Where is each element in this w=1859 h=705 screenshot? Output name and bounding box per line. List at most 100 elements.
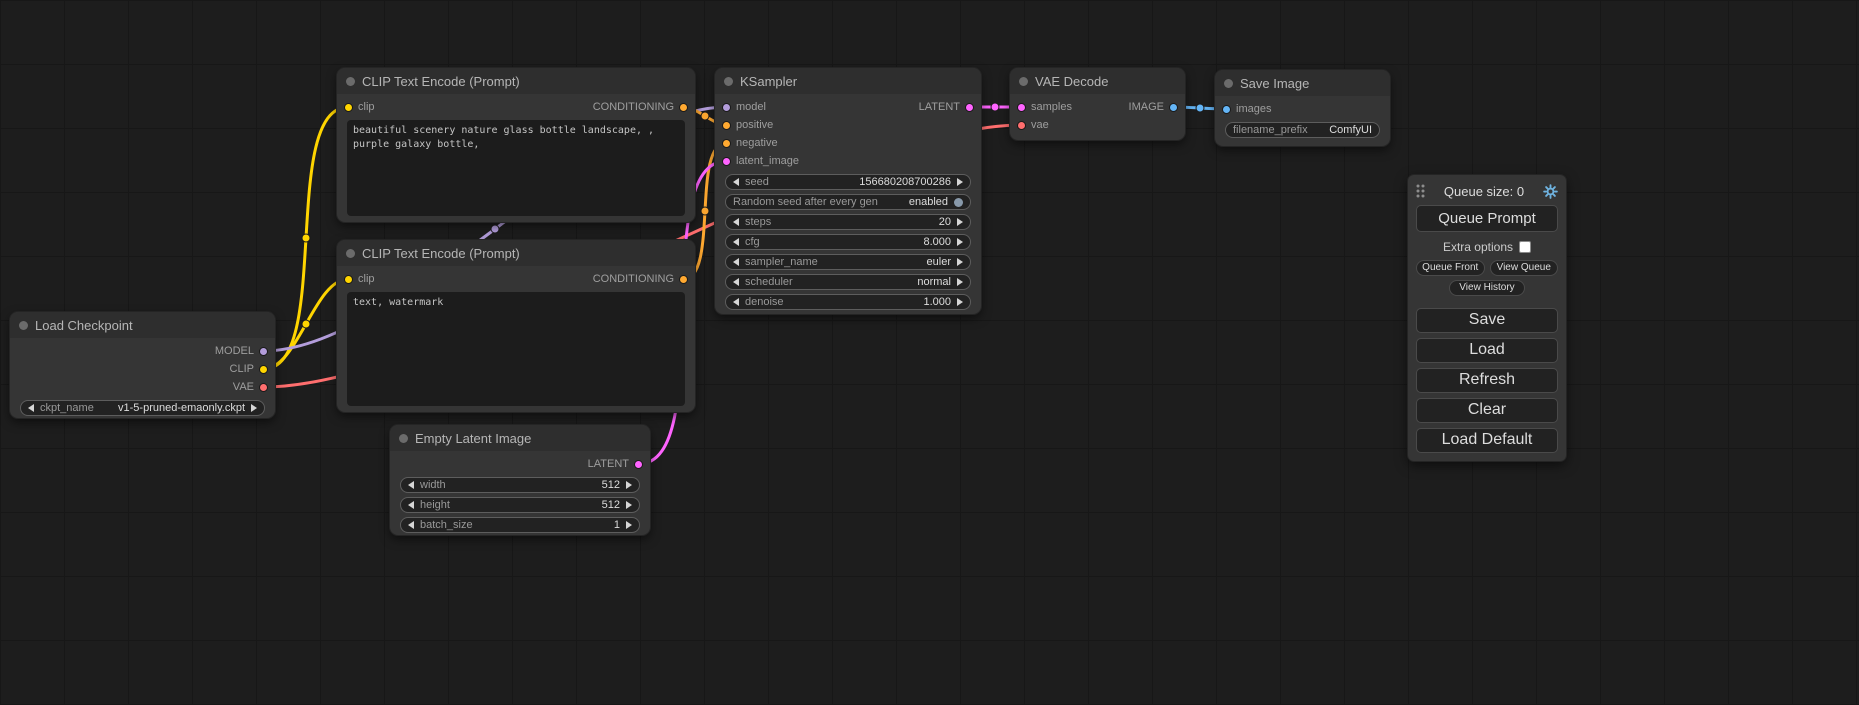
collapse-dot-icon[interactable]: [724, 77, 733, 86]
clip-output-port[interactable]: [259, 365, 268, 374]
negative-prompt-textarea[interactable]: text, watermark: [347, 292, 685, 406]
increment-arrow-icon[interactable]: [957, 278, 963, 286]
load-default-button[interactable]: Load Default: [1416, 428, 1558, 453]
increment-arrow-icon[interactable]: [957, 218, 963, 226]
latent-image-input-port[interactable]: [722, 157, 731, 166]
collapse-dot-icon[interactable]: [346, 77, 355, 86]
conditioning-output-port[interactable]: [679, 103, 688, 112]
collapse-dot-icon[interactable]: [19, 321, 28, 330]
widget-batch-size[interactable]: batch_size 1: [400, 517, 640, 533]
widget-sampler-name[interactable]: sampler_name euler: [725, 254, 971, 270]
clip-input-port[interactable]: [344, 103, 353, 112]
widget-filename-prefix[interactable]: filename_prefix ComfyUI: [1225, 122, 1380, 138]
node-title-bar[interactable]: CLIP Text Encode (Prompt): [337, 240, 695, 266]
slot-label: CONDITIONING: [593, 101, 674, 113]
decrement-arrow-icon[interactable]: [408, 481, 414, 489]
widget-cfg[interactable]: cfg 8.000: [725, 234, 971, 250]
node-title-bar[interactable]: KSampler: [715, 68, 981, 94]
link-midpoint-dot: [1196, 104, 1204, 112]
decrement-arrow-icon[interactable]: [733, 258, 739, 266]
widget-seed[interactable]: seed 156680208700286: [725, 174, 971, 190]
node-title-bar[interactable]: Empty Latent Image: [390, 425, 650, 451]
collapse-dot-icon[interactable]: [399, 434, 408, 443]
save-button[interactable]: Save: [1416, 308, 1558, 333]
node-load-checkpoint[interactable]: Load Checkpoint MODEL CLIP VAE ckpt_name…: [10, 312, 275, 418]
queue-front-button[interactable]: Queue Front: [1416, 260, 1485, 276]
collapse-dot-icon[interactable]: [1224, 79, 1233, 88]
settings-gear-icon[interactable]: [1543, 184, 1558, 199]
image-output-port[interactable]: [1169, 103, 1178, 112]
link-midpoint-dot: [491, 225, 499, 233]
load-button[interactable]: Load: [1416, 338, 1558, 363]
slot-label: LATENT: [588, 458, 629, 470]
widget-width[interactable]: width 512: [400, 477, 640, 493]
node-title-bar[interactable]: Load Checkpoint: [10, 312, 275, 338]
node-title: CLIP Text Encode (Prompt): [362, 246, 520, 261]
queue-prompt-button[interactable]: Queue Prompt: [1416, 205, 1558, 232]
extra-options-label: Extra options: [1443, 240, 1513, 254]
widget-steps[interactable]: steps 20: [725, 214, 971, 230]
slot-label: positive: [736, 119, 773, 131]
decrement-arrow-icon[interactable]: [408, 521, 414, 529]
increment-arrow-icon[interactable]: [626, 481, 632, 489]
widget-random-seed-toggle[interactable]: Random seed after every gen enabled: [725, 194, 971, 210]
node-title-bar[interactable]: VAE Decode: [1010, 68, 1185, 94]
view-queue-button[interactable]: View Queue: [1490, 260, 1559, 276]
slot-label: CLIP: [230, 363, 254, 375]
decrement-arrow-icon[interactable]: [733, 298, 739, 306]
node-clip-text-encode-positive[interactable]: CLIP Text Encode (Prompt) clip CONDITION…: [337, 68, 695, 222]
node-title-bar[interactable]: CLIP Text Encode (Prompt): [337, 68, 695, 94]
increment-arrow-icon[interactable]: [626, 501, 632, 509]
decrement-arrow-icon[interactable]: [733, 178, 739, 186]
output-slot-conditioning: CONDITIONING: [593, 273, 695, 285]
negative-input-port[interactable]: [722, 139, 731, 148]
widget-scheduler[interactable]: scheduler normal: [725, 274, 971, 290]
extra-options-checkbox[interactable]: [1519, 241, 1531, 253]
clip-input-port[interactable]: [344, 275, 353, 284]
decrement-arrow-icon[interactable]: [733, 218, 739, 226]
widget-height[interactable]: height 512: [400, 497, 640, 513]
increment-arrow-icon[interactable]: [957, 258, 963, 266]
input-slot-latent-image: latent_image: [715, 155, 799, 167]
slot-label: images: [1236, 103, 1271, 115]
increment-arrow-icon[interactable]: [251, 404, 257, 412]
toggle-on-icon[interactable]: [954, 198, 963, 207]
decrement-arrow-icon[interactable]: [733, 278, 739, 286]
widget-denoise[interactable]: denoise 1.000: [725, 294, 971, 310]
node-empty-latent-image[interactable]: Empty Latent Image LATENT width 512 heig…: [390, 425, 650, 535]
node-title-bar[interactable]: Save Image: [1215, 70, 1390, 96]
latent-output-port[interactable]: [634, 460, 643, 469]
view-history-button[interactable]: View History: [1449, 280, 1525, 296]
clear-button[interactable]: Clear: [1416, 398, 1558, 423]
input-slot-clip: clip: [337, 273, 375, 285]
node-save-image[interactable]: Save Image images filename_prefix ComfyU…: [1215, 70, 1390, 146]
collapse-dot-icon[interactable]: [1019, 77, 1028, 86]
model-output-port[interactable]: [259, 347, 268, 356]
decrement-arrow-icon[interactable]: [733, 238, 739, 246]
node-title: KSampler: [740, 74, 797, 89]
model-input-port[interactable]: [722, 103, 731, 112]
images-input-port[interactable]: [1222, 105, 1231, 114]
node-clip-text-encode-negative[interactable]: CLIP Text Encode (Prompt) clip CONDITION…: [337, 240, 695, 412]
widget-ckpt-name[interactable]: ckpt_name v1-5-pruned-emaonly.ckpt: [20, 400, 265, 416]
collapse-dot-icon[interactable]: [346, 249, 355, 258]
conditioning-output-port[interactable]: [679, 275, 688, 284]
node-ksampler[interactable]: KSampler model LATENT positive negative: [715, 68, 981, 314]
latent-output-port[interactable]: [965, 103, 974, 112]
node-vae-decode[interactable]: VAE Decode samples IMAGE vae: [1010, 68, 1185, 140]
link-midpoint-dot: [701, 112, 709, 120]
refresh-button[interactable]: Refresh: [1416, 368, 1558, 393]
positive-prompt-textarea[interactable]: beautiful scenery nature glass bottle la…: [347, 120, 685, 216]
drag-handle-icon[interactable]: [1416, 184, 1425, 198]
increment-arrow-icon[interactable]: [957, 298, 963, 306]
graph-canvas[interactable]: Load Checkpoint MODEL CLIP VAE ckpt_name…: [0, 0, 1859, 705]
vae-output-port[interactable]: [259, 383, 268, 392]
decrement-arrow-icon[interactable]: [28, 404, 34, 412]
decrement-arrow-icon[interactable]: [408, 501, 414, 509]
increment-arrow-icon[interactable]: [626, 521, 632, 529]
increment-arrow-icon[interactable]: [957, 238, 963, 246]
positive-input-port[interactable]: [722, 121, 731, 130]
increment-arrow-icon[interactable]: [957, 178, 963, 186]
samples-input-port[interactable]: [1017, 103, 1026, 112]
vae-input-port[interactable]: [1017, 121, 1026, 130]
